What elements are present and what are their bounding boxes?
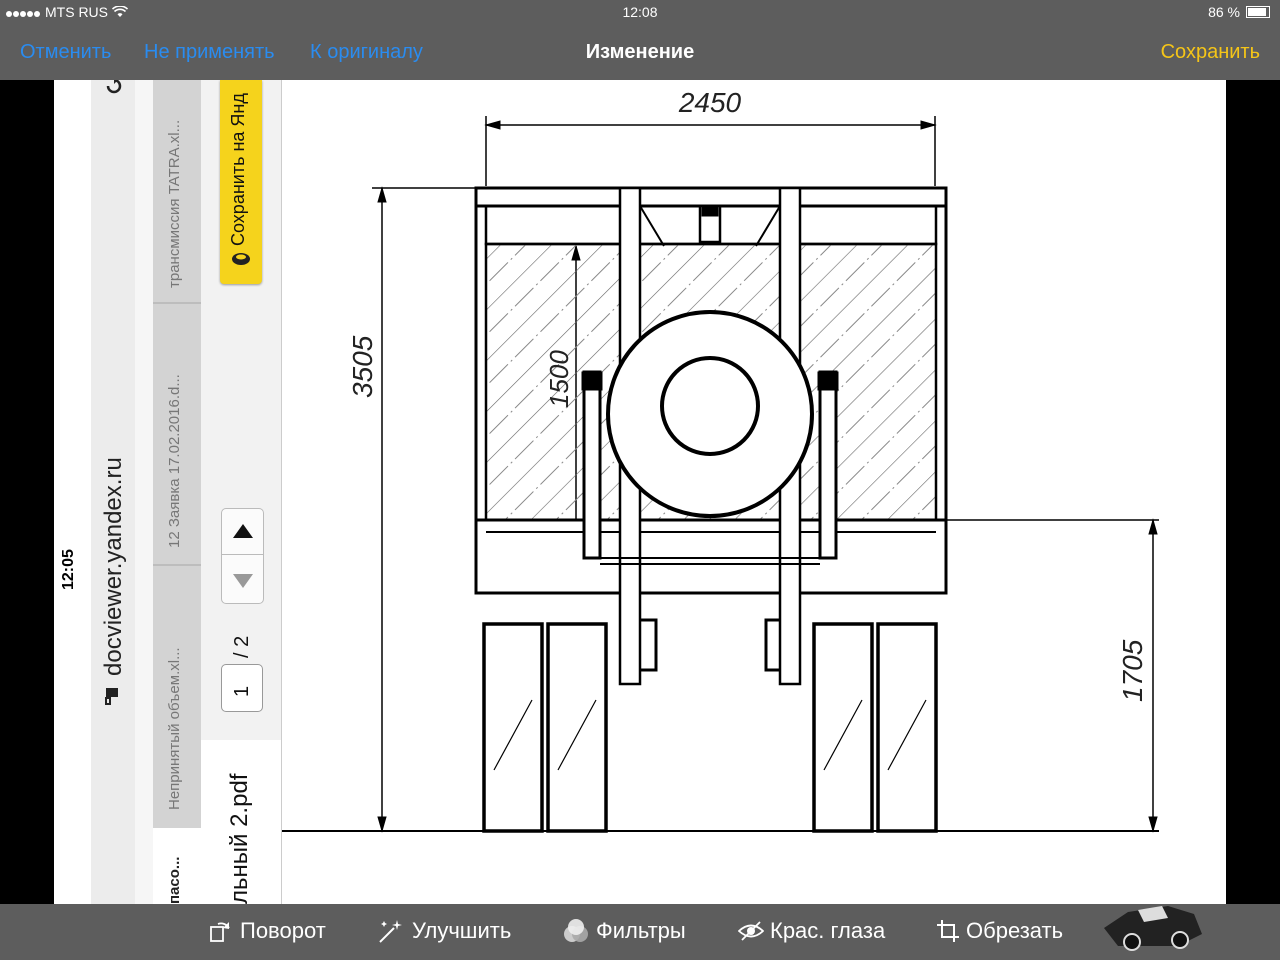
filters-icon xyxy=(564,919,588,942)
crop-button[interactable]: Обрезать xyxy=(936,918,1063,944)
red-eye-button[interactable]: Крас. глаза xyxy=(738,918,885,944)
photo-preview: 12:05 docviewer.yandex.ru трансмиссия TA… xyxy=(54,80,1226,904)
enhance-label: Улучшить xyxy=(412,918,512,943)
battery-icon xyxy=(1246,6,1270,18)
crop-label: Обрезать xyxy=(966,918,1064,943)
red-eye-label: Крас. глаза xyxy=(770,918,886,943)
enhance-button[interactable]: Улучшить xyxy=(376,918,511,944)
battery-percent: 86 % xyxy=(1208,4,1240,20)
crop-icon xyxy=(937,920,959,942)
rotate-button[interactable]: Поворот xyxy=(208,918,326,944)
revert-to-original-button[interactable]: К оригиналу xyxy=(310,41,423,64)
red-eye-icon xyxy=(738,921,764,941)
photo-thumbnail-icon[interactable] xyxy=(1098,884,1208,954)
status-time: 12:08 xyxy=(622,4,658,20)
dim-tank-height-label: 1500 xyxy=(544,350,574,408)
magic-wand-icon xyxy=(379,920,402,943)
filters-button[interactable]: Фильтры xyxy=(562,918,686,944)
technical-drawing: 2450 3505 1500 1705 xyxy=(282,87,1159,833)
edit-nav-bar: Отменить Не применять К оригиналу Измене… xyxy=(0,26,1280,80)
cancel-button[interactable]: Отменить xyxy=(20,41,111,64)
rotate-label: Поворот xyxy=(240,918,326,943)
dont-apply-button[interactable]: Не применять xyxy=(144,41,275,64)
edit-toolbar: Поворот Улучшить Фильтры Крас. глаза Обр… xyxy=(0,904,1280,960)
dim-height-label: 3505 xyxy=(347,335,378,398)
filters-label: Фильтры xyxy=(596,918,686,943)
rotate-icon xyxy=(210,922,230,942)
status-bar: MTS RUS 12:08 86 % xyxy=(0,0,1280,26)
dim-frame-height-label: 1705 xyxy=(1117,639,1148,702)
dim-width-label: 2450 xyxy=(678,87,742,118)
save-button[interactable]: Сохранить xyxy=(1161,41,1260,64)
